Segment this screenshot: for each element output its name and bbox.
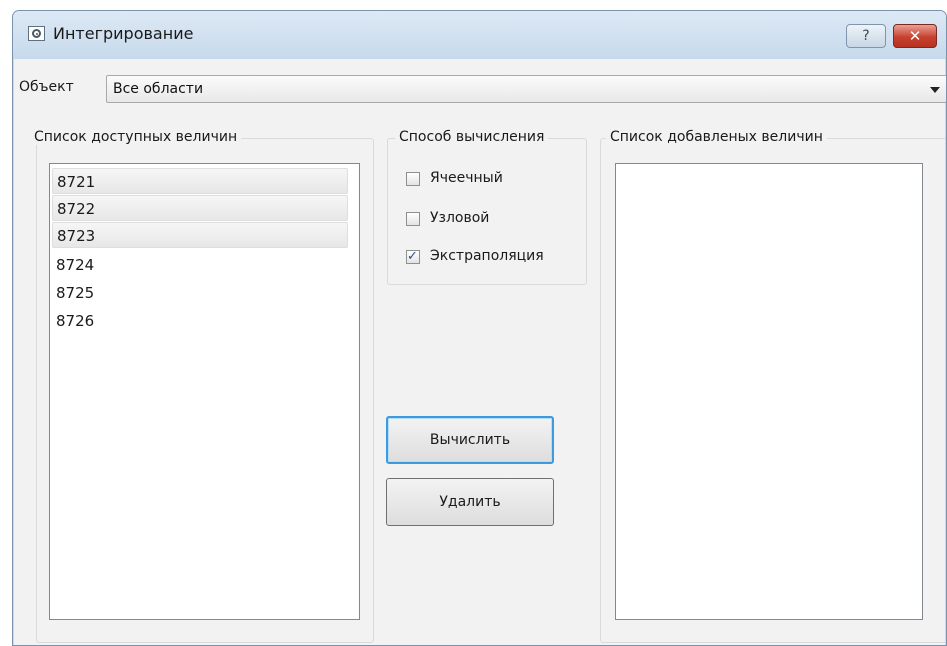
dialog-window: Интегрирование ? ✕ Объект Все области Сп… [12, 10, 947, 646]
added-values-list[interactable] [615, 163, 923, 620]
object-select-value: Все области [113, 81, 204, 97]
list-item[interactable]: 8722 [52, 195, 348, 221]
cell-option-label: Ячеечный [430, 170, 503, 186]
object-label: Объект [19, 79, 74, 95]
extrapolation-option-label: Экстраполяция [430, 248, 544, 264]
delete-button[interactable]: Удалить [386, 478, 554, 526]
available-values-list[interactable]: 8721 8722 8723 8724 8725 8726 [49, 163, 360, 620]
node-option-label: Узловой [430, 210, 490, 226]
title-bar[interactable]: Интегрирование ? ✕ [13, 11, 946, 59]
dialog-body: Объект Все области Список доступных вели… [14, 59, 946, 645]
help-button[interactable]: ? [846, 24, 886, 48]
calculation-method-group: Ячеечный Узловой ✓ Экстраполяция [387, 138, 587, 285]
list-item[interactable]: 8721 [52, 168, 348, 194]
checkmark-icon: ✓ [407, 249, 418, 264]
cell-checkbox[interactable] [406, 172, 420, 186]
calculation-method-title: Способ вычисления [395, 129, 549, 145]
list-item[interactable]: 8726 [52, 308, 348, 334]
object-select[interactable]: Все области [106, 75, 946, 103]
list-item[interactable]: 8725 [52, 280, 348, 306]
close-button[interactable]: ✕ [893, 24, 937, 48]
eye-icon [28, 26, 45, 41]
available-values-title: Список доступных величин [30, 129, 242, 145]
extrapolation-checkbox[interactable]: ✓ [406, 249, 420, 264]
chevron-down-icon[interactable] [930, 87, 940, 93]
list-item[interactable]: 8723 [52, 222, 348, 248]
compute-button[interactable]: Вычислить [386, 416, 554, 464]
list-item[interactable]: 8724 [52, 252, 348, 278]
node-checkbox[interactable] [406, 212, 420, 226]
added-values-title: Список добавленых величин [606, 129, 827, 145]
window-title: Интегрирование [53, 24, 194, 43]
